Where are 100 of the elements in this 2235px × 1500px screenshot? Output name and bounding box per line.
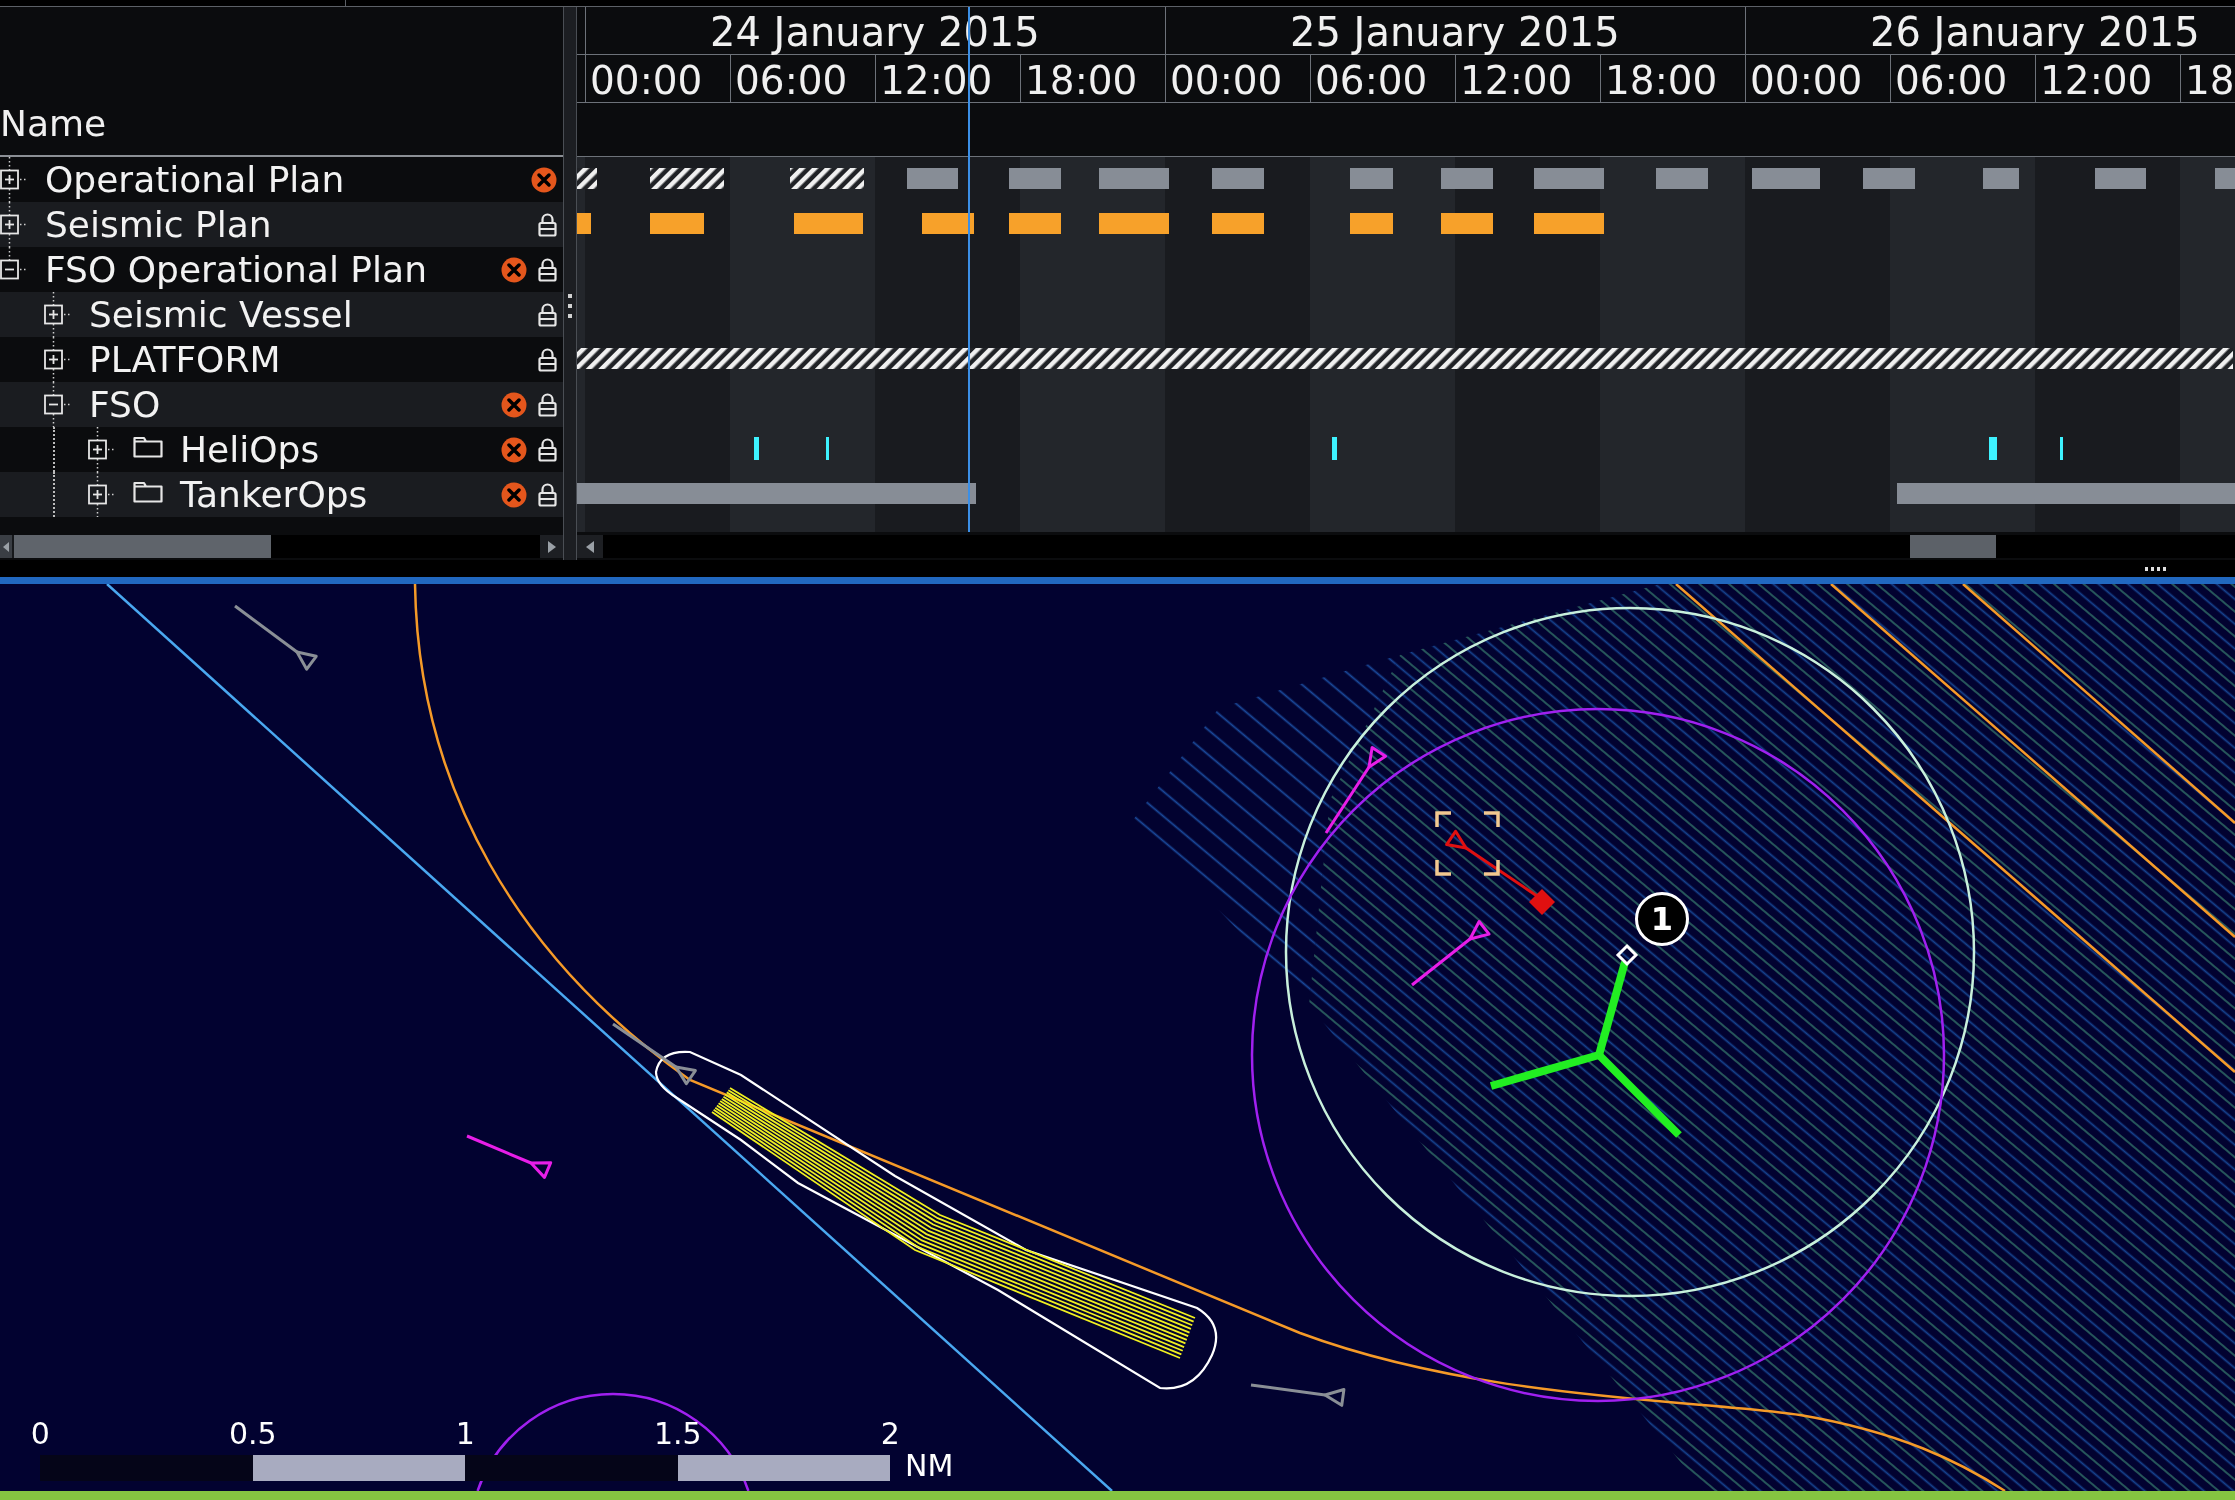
tree-row[interactable]: Seismic Plan bbox=[0, 202, 563, 247]
activity-bar bbox=[1099, 168, 1169, 189]
map-view[interactable]: 0 0.5 1 1.5 2 NM 1 bbox=[0, 584, 2235, 1491]
triangle-left-icon bbox=[586, 540, 594, 553]
scrollbar-thumb[interactable] bbox=[1910, 535, 1996, 558]
minus-box-icon[interactable] bbox=[44, 382, 72, 427]
triangle-marker-icon bbox=[466, 1134, 553, 1179]
scale-label: 1.5 bbox=[653, 1418, 702, 1450]
x-circle-icon[interactable] bbox=[501, 391, 527, 418]
x-circle-icon[interactable] bbox=[531, 166, 557, 193]
hour-header: 18 bbox=[2180, 55, 2235, 102]
activity-bar bbox=[1009, 168, 1061, 189]
tree-item-label: Operational Plan bbox=[45, 161, 345, 198]
scale-label: 1 bbox=[455, 1418, 475, 1450]
activity-bar bbox=[1099, 213, 1169, 234]
triangle-marker-icon bbox=[1445, 829, 1538, 898]
tree-item-label: Seismic Vessel bbox=[89, 296, 353, 333]
lock-icon[interactable] bbox=[538, 302, 557, 327]
hour-header: 06:00 bbox=[1890, 55, 2035, 102]
event-marker bbox=[2060, 437, 2063, 460]
hour-header: 18:00 bbox=[1020, 55, 1165, 102]
activity-bar bbox=[2095, 168, 2146, 189]
event-marker bbox=[1989, 437, 1997, 460]
hatched-bar bbox=[577, 168, 597, 189]
tree-item-label: FSO bbox=[89, 386, 161, 423]
triangle-marker-icon bbox=[234, 604, 318, 671]
lock-icon[interactable] bbox=[538, 392, 557, 417]
activity-bar bbox=[1009, 213, 1061, 234]
hour-header: 06:00 bbox=[730, 55, 875, 102]
activity-bar bbox=[577, 213, 591, 234]
x-circle-icon[interactable] bbox=[501, 481, 527, 508]
plus-box-icon[interactable] bbox=[0, 157, 28, 202]
activity-bar bbox=[1863, 168, 1915, 189]
activity-bar bbox=[1350, 168, 1393, 189]
activity-bar bbox=[1212, 168, 1264, 189]
event-marker bbox=[754, 437, 759, 460]
selection-bracket-icon bbox=[1435, 811, 1500, 876]
activity-bar bbox=[2215, 168, 2235, 189]
scroll-left-button[interactable] bbox=[0, 535, 12, 558]
date-header: 25 January 2015 bbox=[1165, 7, 1745, 54]
activity-bar bbox=[922, 213, 974, 234]
diamond-marker-icon bbox=[1615, 943, 1639, 967]
hour-header: 00:00 bbox=[585, 55, 730, 102]
scroll-right-button[interactable] bbox=[540, 535, 563, 558]
plus-box-icon[interactable] bbox=[44, 337, 72, 382]
plus-box-icon[interactable] bbox=[0, 202, 28, 247]
tree-row[interactable]: Seismic Vessel bbox=[0, 292, 563, 337]
activity-bar bbox=[1441, 168, 1493, 189]
triangle-right-icon bbox=[547, 540, 556, 553]
tree-row[interactable]: FSO bbox=[0, 382, 563, 427]
activity-bar bbox=[1212, 213, 1264, 234]
hour-header: 12:00 bbox=[2035, 55, 2180, 102]
triangle-marker-icon bbox=[1324, 746, 1388, 834]
scale-label: 0.5 bbox=[228, 1418, 277, 1450]
scale-unit-label: NM bbox=[905, 1451, 954, 1481]
tree-item-label: PLATFORM bbox=[89, 341, 281, 378]
activity-bar bbox=[1441, 213, 1493, 234]
scroll-left-button[interactable] bbox=[577, 535, 603, 558]
triangle-marker-icon bbox=[1411, 920, 1491, 987]
activity-bar bbox=[650, 213, 704, 234]
diamond-marker-icon bbox=[1529, 889, 1555, 915]
plus-box-icon[interactable] bbox=[44, 292, 72, 337]
hour-header: 06:00 bbox=[1310, 55, 1455, 102]
plus-box-icon[interactable] bbox=[88, 472, 116, 517]
x-circle-icon[interactable] bbox=[501, 436, 527, 463]
tree-item-label: Seismic Plan bbox=[45, 206, 272, 243]
event-marker bbox=[1332, 437, 1337, 460]
activity-bar bbox=[1534, 213, 1604, 234]
triangle-left-icon bbox=[3, 541, 9, 552]
scrollbar-thumb[interactable] bbox=[14, 535, 271, 558]
activity-bar bbox=[1656, 168, 1708, 189]
lock-icon[interactable] bbox=[538, 437, 557, 462]
triangle-marker-icon bbox=[1250, 1383, 1346, 1407]
tree-item-label: FSO Operational Plan bbox=[45, 251, 427, 288]
plus-box-icon[interactable] bbox=[88, 427, 116, 472]
lock-icon[interactable] bbox=[538, 482, 557, 507]
lock-icon[interactable] bbox=[538, 257, 557, 282]
hour-header: 00:00 bbox=[1745, 55, 1890, 102]
activity-bar bbox=[907, 168, 958, 189]
scale-label: 0 bbox=[30, 1418, 50, 1450]
activity-bar bbox=[1350, 213, 1393, 234]
resize-grip-icon[interactable] bbox=[2145, 566, 2167, 571]
triangle-marker-icon bbox=[612, 1022, 697, 1086]
activity-bar bbox=[1983, 168, 2019, 189]
date-header: 26 January 2015 bbox=[1745, 7, 2235, 54]
grip-icon bbox=[568, 294, 572, 318]
activity-bar bbox=[1752, 168, 1820, 189]
tree-item-label: TankerOps bbox=[180, 476, 368, 513]
tree-row[interactable]: TankerOps bbox=[0, 472, 563, 517]
tree-item-label: HeliOps bbox=[180, 431, 320, 468]
lock-icon[interactable] bbox=[538, 212, 557, 237]
hour-header: 00:00 bbox=[1165, 55, 1310, 102]
activity-bar bbox=[794, 213, 863, 234]
scale-label: 2 bbox=[880, 1418, 900, 1450]
event-marker bbox=[826, 437, 829, 460]
lock-icon[interactable] bbox=[538, 347, 557, 372]
hour-header: 12:00 bbox=[1455, 55, 1600, 102]
activity-bar bbox=[1534, 168, 1604, 189]
x-circle-icon[interactable] bbox=[501, 256, 527, 283]
hour-header: 18:00 bbox=[1600, 55, 1745, 102]
